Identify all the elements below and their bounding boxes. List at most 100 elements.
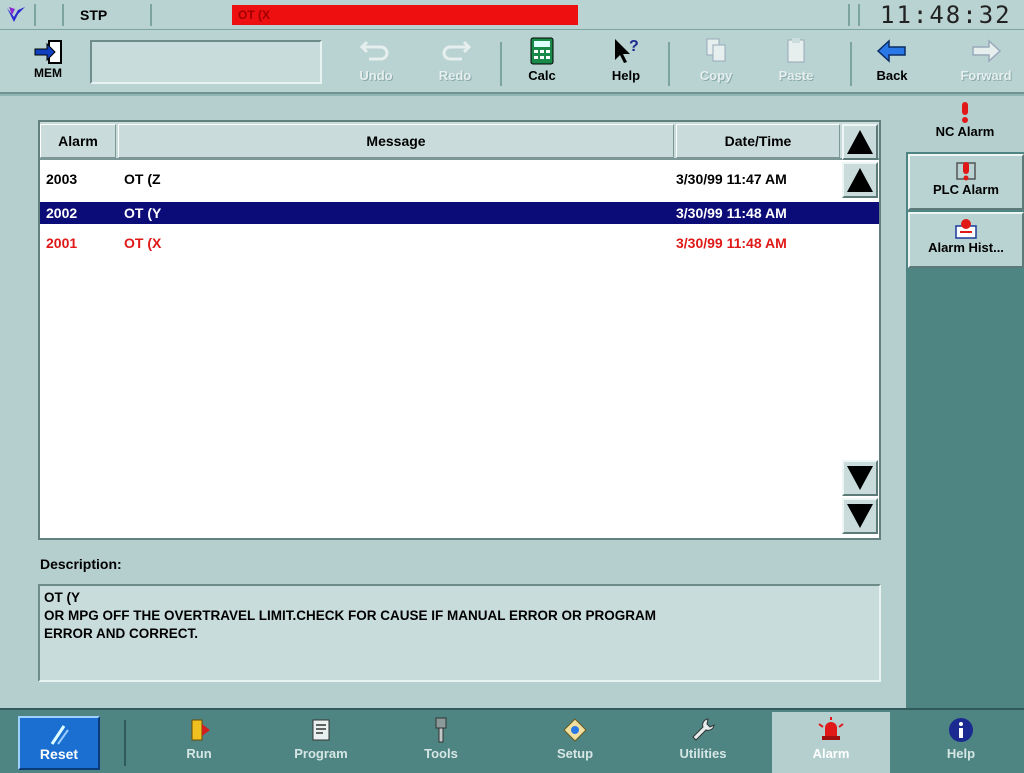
plc-alarm-icon (956, 162, 976, 181)
status-separator (848, 4, 850, 26)
run-icon (191, 719, 210, 741)
active-alarm-bar[interactable]: OT (X (232, 5, 578, 25)
sidebar-item-label: Alarm Hist... (928, 240, 1004, 255)
sidebar-item-label: NC Alarm (935, 124, 995, 139)
alarm-table-header: Alarm Message Date/Time (40, 122, 879, 160)
help-button[interactable]: ? Help (596, 36, 656, 90)
copy-icon (706, 38, 726, 62)
copy-label: Copy (699, 68, 733, 83)
toolbar-separator (850, 42, 852, 86)
alarm-datetime: 3/30/99 11:47 AM (676, 171, 787, 187)
calc-button[interactable]: Calc (512, 36, 572, 90)
sidebar-item-nc-alarm[interactable]: NC Alarm (906, 96, 1024, 152)
status-separator (34, 4, 36, 26)
alarm-panel: Alarm Message Date/Time 2003 OT (Z 3/30/… (0, 96, 906, 708)
nav-program[interactable]: Program (276, 714, 366, 770)
nav-run[interactable]: Run (154, 714, 244, 770)
column-header-datetime[interactable]: Date/Time (676, 124, 840, 158)
undo-icon (359, 40, 389, 61)
forward-label: Forward (960, 68, 1012, 83)
status-separator (858, 4, 860, 26)
back-button[interactable]: Back (862, 36, 922, 90)
forward-arrow-icon (972, 39, 1002, 63)
alarm-message: OT (Y (124, 205, 162, 221)
alarm-number: 2002 (46, 205, 78, 221)
help-label: Help (611, 68, 641, 83)
nav-label: Setup (556, 746, 594, 761)
nav-tools[interactable]: Tools (396, 714, 486, 770)
calc-label: Calc (528, 68, 556, 83)
mem-display-field[interactable] (90, 40, 322, 84)
redo-icon (442, 40, 472, 61)
table-row[interactable]: 2003 OT (Z 3/30/99 11:47 AM (40, 168, 840, 190)
up-triangle-icon (847, 168, 873, 192)
info-icon (949, 718, 973, 742)
alarm-number: 2001 (46, 235, 78, 251)
mem-label: MEM (34, 66, 62, 80)
alarm-sidebar: NC Alarm PLC Alarm Alarm Hist... (906, 96, 1024, 708)
nav-utilities[interactable]: Utilities (658, 714, 748, 770)
redo-button[interactable]: Redo (425, 36, 485, 90)
alarm-table: Alarm Message Date/Time 2003 OT (Z 3/30/… (38, 120, 881, 540)
scroll-up-button[interactable] (842, 162, 878, 198)
nav-label: Program (294, 746, 348, 761)
paste-label: Paste (778, 68, 814, 83)
wrench-icon (692, 718, 715, 741)
redo-label: Redo (438, 68, 472, 83)
clock: 11:48:32 (880, 1, 1012, 29)
up-triangle-icon (847, 130, 873, 154)
alarm-message: OT (X (124, 235, 162, 251)
alarm-datetime: 3/30/99 11:48 AM (676, 235, 787, 251)
status-separator (62, 4, 64, 26)
back-arrow-icon (876, 39, 906, 63)
tools-icon (435, 717, 447, 743)
sidebar-item-alarm-history[interactable]: Alarm Hist... (908, 212, 1024, 268)
scroll-top-button[interactable] (842, 124, 878, 160)
machine-mode: STP (80, 7, 108, 23)
toolbar-separator (668, 42, 670, 86)
mem-button[interactable]: MEM (20, 38, 76, 88)
description-line: OR MPG OFF THE OVERTRAVEL LIMIT.CHECK FO… (44, 608, 657, 623)
undo-button[interactable]: Undo (346, 36, 406, 90)
column-header-alarm[interactable]: Alarm (40, 124, 116, 158)
scroll-bottom-button[interactable] (842, 498, 878, 534)
nav-label: Alarm (812, 746, 850, 761)
forward-button[interactable]: Forward (950, 36, 1022, 90)
toolbar: MEM Undo Redo Calc ? Help Copy Paste Bac… (0, 30, 1024, 94)
program-icon (312, 719, 330, 741)
alarm-message: OT (Z (124, 171, 161, 187)
nav-alarm[interactable]: Alarm (786, 714, 876, 770)
down-triangle-icon (847, 504, 873, 528)
toolbar-separator (500, 42, 502, 86)
calculator-icon (530, 37, 554, 65)
back-label: Back (876, 68, 908, 83)
down-triangle-icon (847, 466, 873, 490)
nav-label: Utilities (679, 746, 727, 761)
bottom-navigation: Reset Run Program Tools Setup Utilities … (0, 708, 1024, 773)
column-header-message[interactable]: Message (118, 124, 674, 158)
reset-button[interactable]: Reset (18, 716, 100, 770)
copy-button[interactable]: Copy (686, 36, 746, 90)
mem-arrow-icon (34, 40, 62, 64)
paste-button[interactable]: Paste (766, 36, 826, 90)
description-label: Description: (40, 556, 122, 572)
sidebar-item-plc-alarm[interactable]: PLC Alarm (908, 154, 1024, 210)
reset-label: Reset (39, 746, 79, 762)
nav-label: Help (946, 746, 976, 761)
scroll-down-button[interactable] (842, 460, 878, 496)
alarm-history-icon (955, 219, 977, 239)
paste-icon (787, 38, 805, 63)
alarm-number: 2003 (46, 171, 78, 187)
description-line: OT (Y (44, 590, 80, 605)
status-bar: STP OT (X 11:48:32 (0, 0, 1024, 30)
nav-setup[interactable]: Setup (530, 714, 620, 770)
exclamation-icon (962, 102, 968, 123)
reset-icon (50, 725, 69, 745)
table-row-selected[interactable]: 2002 OT (Y 3/30/99 11:48 AM (40, 202, 879, 224)
logo-icon (7, 7, 25, 22)
description-line: ERROR AND CORRECT. (44, 626, 199, 641)
nav-help[interactable]: Help (916, 714, 1006, 770)
nav-label: Run (186, 746, 212, 761)
table-row-active-alarm[interactable]: 2001 OT (X 3/30/99 11:48 AM (40, 232, 840, 254)
undo-label: Undo (359, 68, 393, 83)
